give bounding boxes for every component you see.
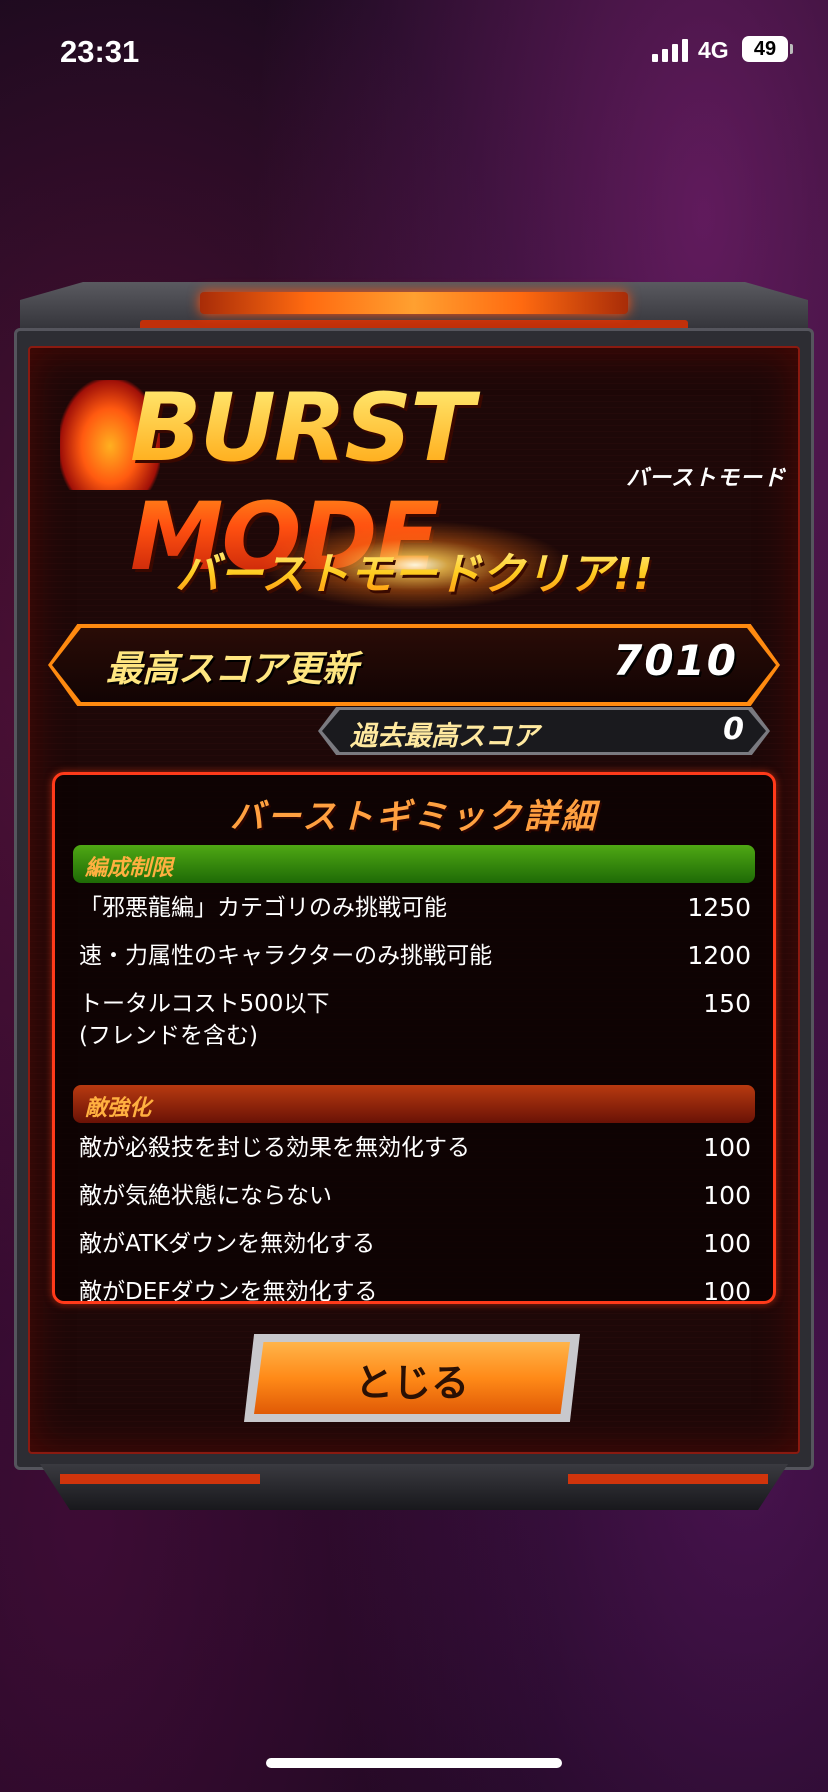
gimmick-details[interactable]: バーストギミック詳細 編成制限 「邪悪龍編」カテゴリのみ挑戦可能 1250 速・… (52, 772, 776, 1304)
panel-top-glow (200, 292, 628, 314)
clear-text: バーストモードクリア!! (0, 538, 828, 602)
item-points: 100 (703, 1277, 751, 1304)
panel-bottom-frame (40, 1464, 788, 1510)
best-score-value: 7010 (613, 636, 738, 685)
item-name: 敵が気絶状態にならない (79, 1183, 332, 1209)
item-name: 速・力属性のキャラクターのみ挑戦可能 (79, 943, 493, 969)
best-score-label: 最高スコア更新 (106, 649, 359, 690)
item-points: 150 (703, 989, 751, 1018)
item-points: 100 (703, 1229, 751, 1258)
signal-icon (652, 38, 690, 62)
network-type: 4G (698, 37, 729, 63)
item-name: トータルコスト500以下 (79, 991, 330, 1017)
item-name-line2: (フレンドを含む) (79, 1023, 258, 1049)
item-points: 1250 (687, 893, 751, 922)
past-best-label: 過去最高スコア (350, 721, 539, 752)
item-name: 敵が必殺技を封じる効果を無効化する (79, 1135, 470, 1161)
logo-subtitle: バーストモード (626, 466, 786, 491)
close-button-label[interactable]: とじる (254, 1352, 570, 1407)
past-best-value: 0 (723, 712, 744, 747)
item-name: 「邪悪龍編」カテゴリのみ挑戦可能 (79, 895, 447, 921)
item-points: 100 (703, 1181, 751, 1210)
panel-bottom-light-left (60, 1474, 260, 1484)
panel-bottom-light-right (568, 1474, 768, 1484)
section-header-label: 敵強化 (85, 1096, 152, 1121)
battery-icon: 49 (742, 36, 793, 62)
burst-mode-logo: BURST MODE バーストモード (60, 374, 785, 592)
item-name: 敵がDEFダウンを無効化する (79, 1279, 378, 1304)
section-header-label: 編成制限 (85, 856, 174, 881)
status-time: 23:31 (60, 34, 140, 69)
details-title: バーストギミック詳細 (229, 797, 599, 837)
section-header-enemy: 敵強化 (73, 1085, 755, 1123)
section-header-formation: 編成制限 (73, 845, 755, 883)
status-bar: 23:31 4G 49 (0, 0, 828, 100)
home-indicator[interactable] (266, 1758, 562, 1768)
item-points: 100 (703, 1133, 751, 1162)
item-name: 敵がATKダウンを無効化する (79, 1231, 376, 1257)
item-points: 1200 (687, 941, 751, 970)
